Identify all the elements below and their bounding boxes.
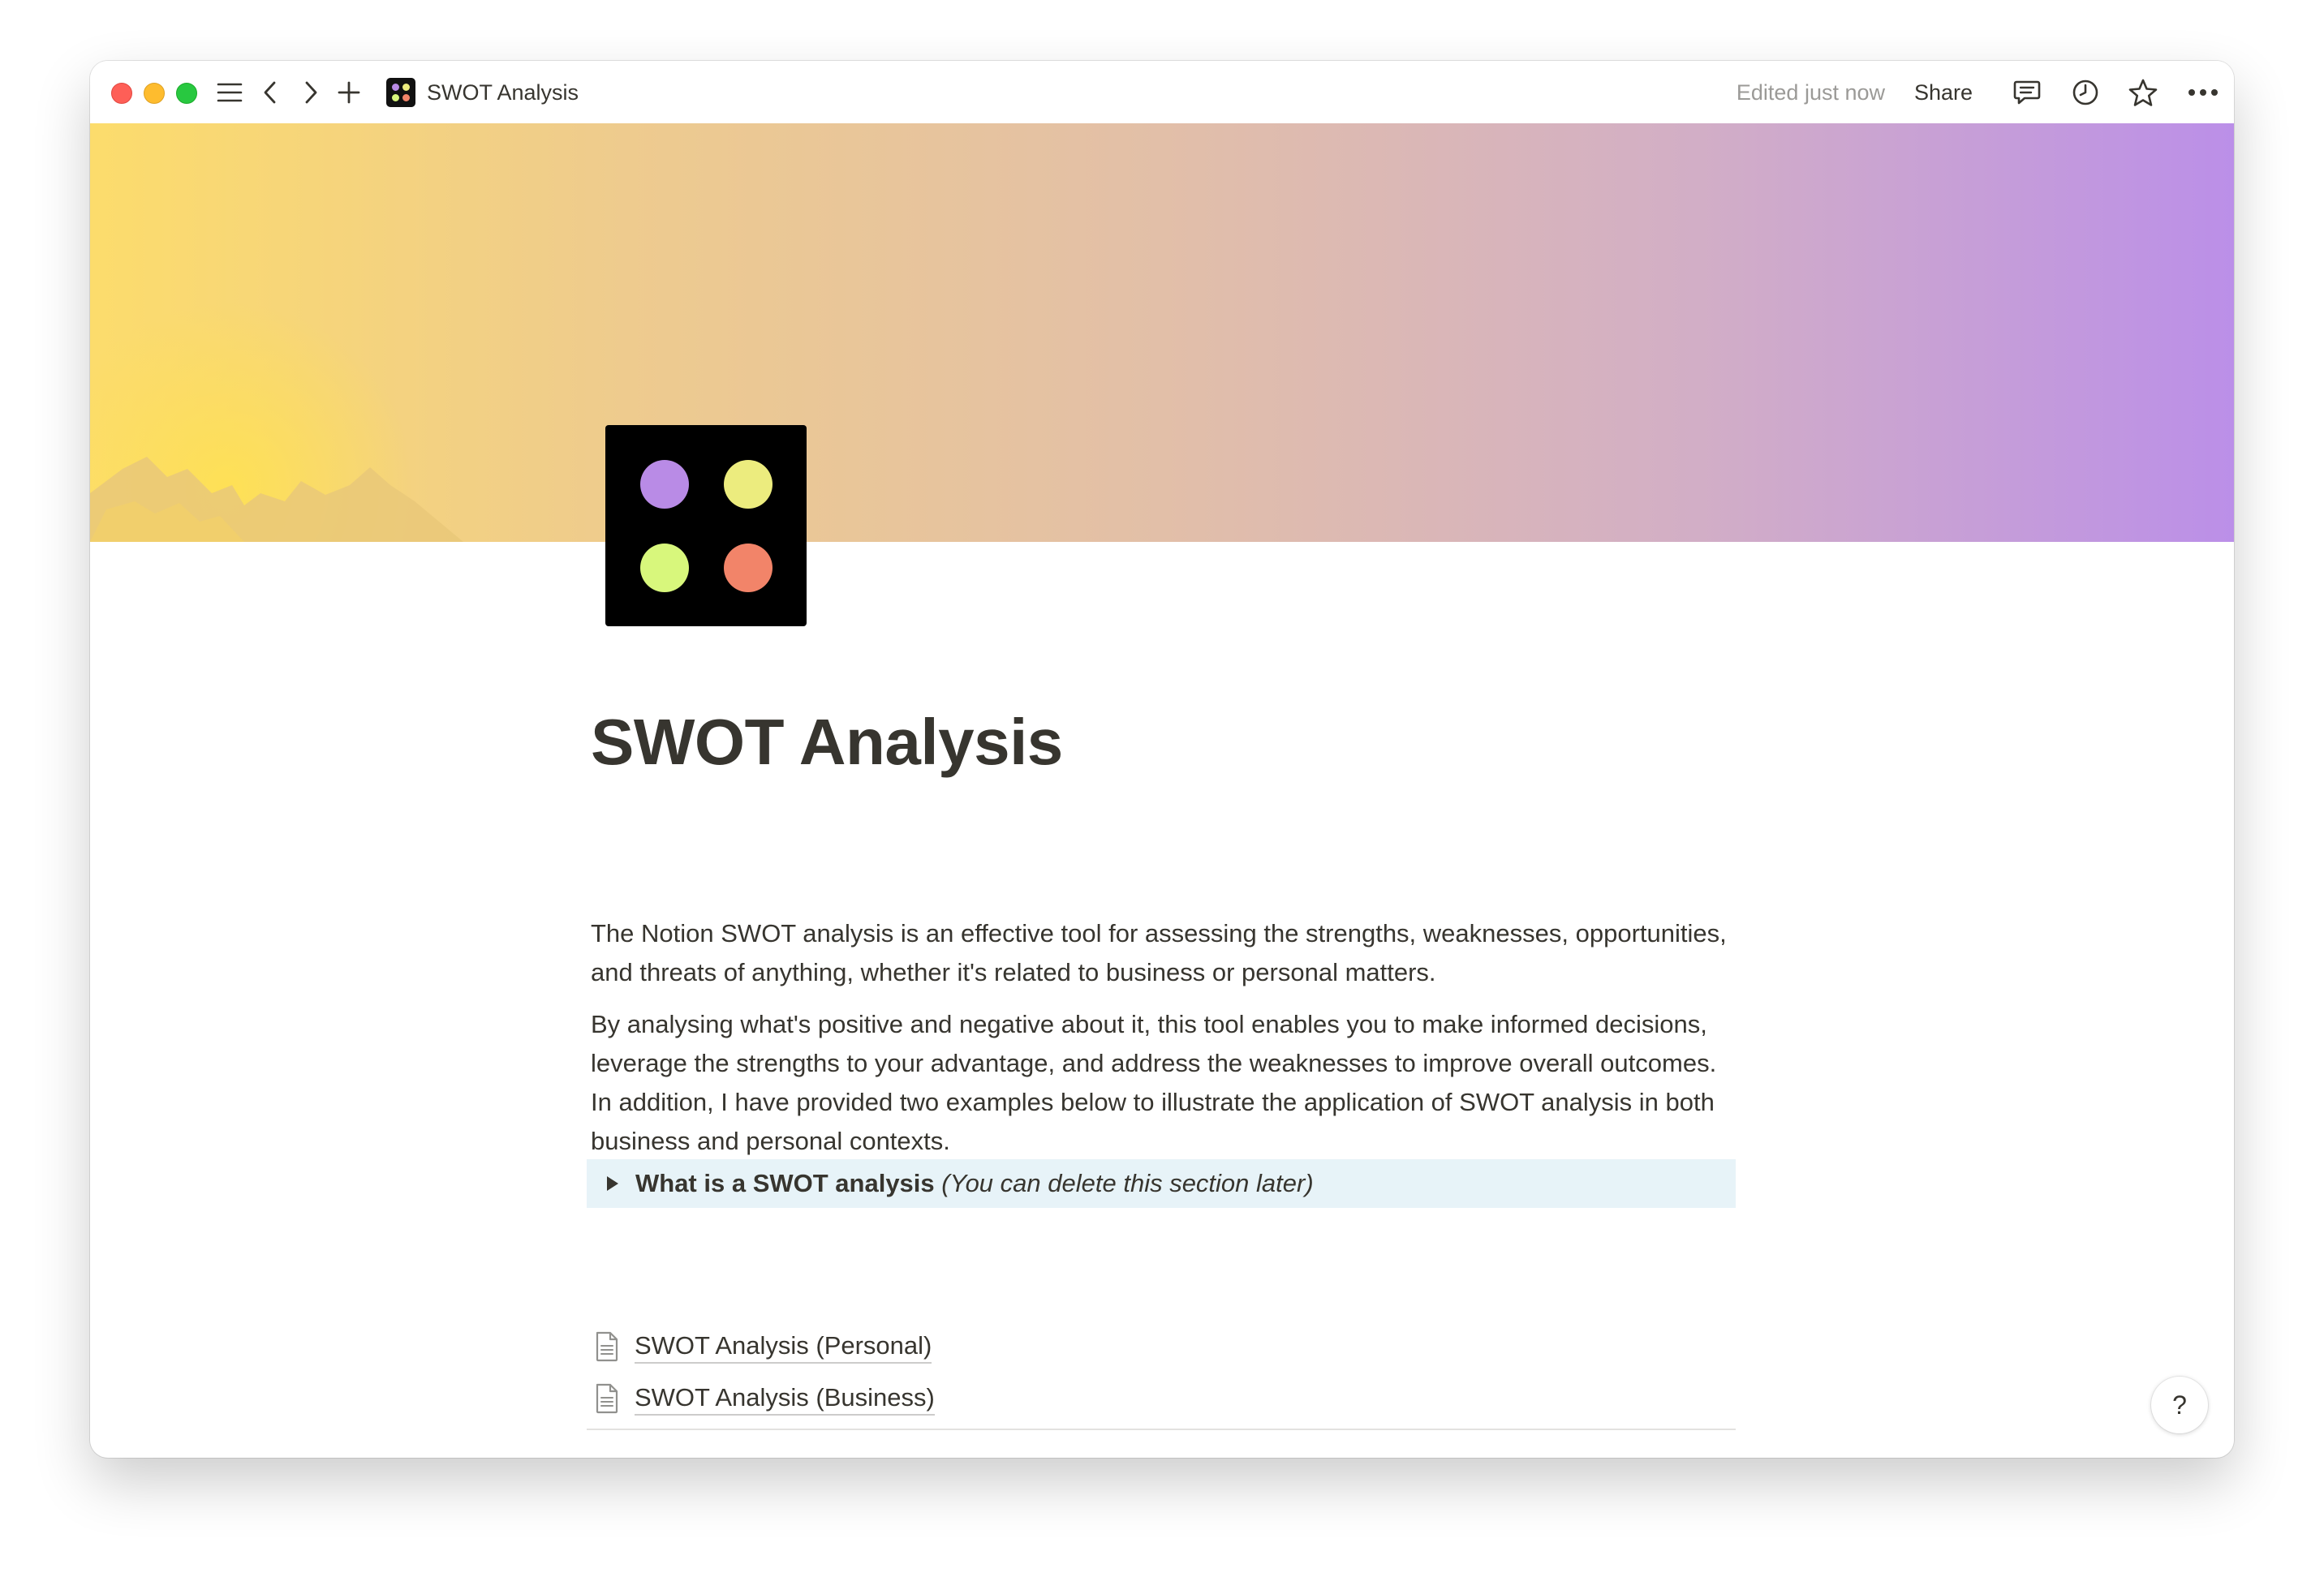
comment-icon[interactable] (2011, 76, 2043, 109)
cover-mountains (90, 457, 463, 542)
minimize-window-button[interactable] (144, 83, 165, 104)
triangle-right-icon[interactable] (601, 1172, 624, 1195)
toggle-title: What is a SWOT analysis (You can delete … (635, 1169, 1314, 1198)
document-icon (591, 1381, 623, 1416)
toggle-block[interactable]: What is a SWOT analysis (You can delete … (587, 1159, 1736, 1208)
more-dots-icon[interactable] (2187, 76, 2219, 109)
toggle-title-note: (You can delete this section later) (941, 1169, 1314, 1197)
cover-image[interactable] (90, 123, 2234, 542)
menu-icon[interactable] (213, 76, 246, 109)
help-button[interactable]: ? (2151, 1377, 2208, 1433)
page-tab-icon (386, 78, 415, 107)
app-window: SWOT Analysis Edited just now Share SWOT… (90, 61, 2234, 1458)
green-dot (640, 544, 689, 592)
description-paragraph[interactable]: By analysing what's positive and negativ… (591, 1005, 1740, 1161)
edited-status: Edited just now (1736, 80, 1885, 105)
plus-icon[interactable] (333, 76, 365, 109)
divider (587, 1429, 1736, 1430)
page-link-label[interactable]: SWOT Analysis (Business) (635, 1381, 935, 1416)
page-icon[interactable] (605, 425, 807, 626)
yellow-dot (724, 460, 773, 509)
clock-icon[interactable] (2069, 76, 2102, 109)
share-button[interactable]: Share (1908, 75, 1979, 110)
titlebar: SWOT Analysis Edited just now Share (90, 61, 2234, 123)
chevron-right-icon[interactable] (295, 76, 327, 109)
document-icon (591, 1329, 623, 1364)
intro-paragraph[interactable]: The Notion SWOT analysis is an effective… (591, 914, 1740, 992)
orange-dot (724, 544, 773, 592)
toggle-title-bold: What is a SWOT analysis (635, 1169, 935, 1197)
page-link-personal[interactable]: SWOT Analysis (Personal) (591, 1326, 932, 1367)
tab-title[interactable]: SWOT Analysis (427, 78, 579, 107)
star-icon[interactable] (2127, 76, 2159, 109)
purple-dot (640, 460, 689, 509)
page-link-label[interactable]: SWOT Analysis (Personal) (635, 1330, 932, 1364)
page-title[interactable]: SWOT Analysis (591, 702, 1063, 783)
page-link-business[interactable]: SWOT Analysis (Business) (591, 1378, 935, 1419)
chevron-left-icon[interactable] (254, 76, 286, 109)
zoom-window-button[interactable] (176, 83, 197, 104)
close-window-button[interactable] (111, 83, 132, 104)
